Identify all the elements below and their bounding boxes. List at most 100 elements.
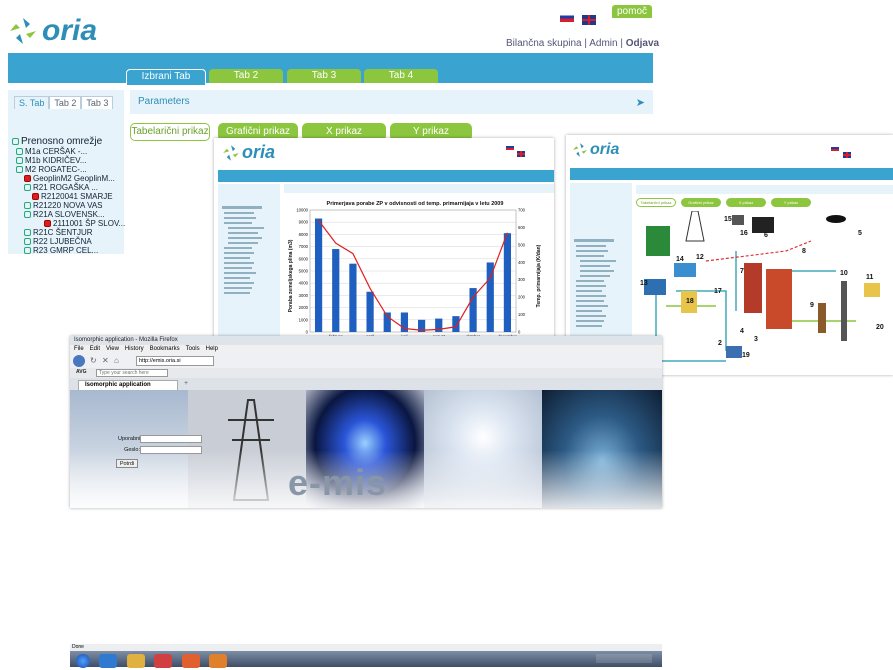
tree-item[interactable]: 2111001 ŠP SLOV... — [12, 219, 125, 228]
ie-taskbar-icon[interactable] — [99, 653, 118, 668]
tab-2[interactable]: Tab 2 — [209, 69, 283, 83]
boiler-icon — [766, 269, 792, 329]
bar-september — [452, 316, 460, 332]
y2-tick-label: 300 — [518, 277, 526, 282]
login-submit-button[interactable]: Potrdi — [116, 459, 138, 468]
help-button[interactable]: pomoč — [612, 5, 653, 18]
tree-root-label: Prenosno omrežje — [21, 136, 103, 147]
side-tab-3[interactable]: Tab 3 — [81, 96, 114, 109]
diagram-number: 4 — [740, 328, 744, 335]
side-tab-2[interactable]: Tab 2 — [49, 96, 82, 109]
tree-item[interactable]: M1a CERŠAK -... — [12, 147, 125, 156]
node-icon — [12, 137, 19, 145]
menu-tools[interactable]: Tools — [186, 346, 200, 352]
slovenian-flag-icon[interactable] — [560, 12, 574, 22]
slovenian-flag-icon[interactable] — [506, 144, 514, 150]
toolbar-search-input[interactable] — [96, 369, 168, 377]
tree-root[interactable]: Prenosno omrežje — [12, 136, 125, 147]
menu-history[interactable]: History — [125, 346, 144, 352]
tree-item[interactable]: R2120041 SMARJE — [12, 192, 125, 201]
y2-tick-label: 400 — [518, 260, 526, 265]
tree-item[interactable]: R21 ROGAŠKA ... — [12, 183, 125, 192]
pin-icon[interactable]: ➤ — [636, 96, 645, 109]
pylon-icon — [685, 211, 705, 242]
home-icon[interactable]: ⌂ — [114, 356, 119, 365]
menu-edit[interactable]: Edit — [90, 346, 100, 352]
username-input[interactable] — [140, 435, 202, 443]
tab-izbrani[interactable]: Izbrani Tab — [126, 69, 206, 85]
brand-name: oria — [42, 14, 98, 47]
graphic-view-button[interactable]: Grafični prikaz — [681, 198, 721, 207]
firefox-menu-bar: File Edit View History Bookmarks Tools Help — [70, 345, 662, 354]
y-view-button[interactable]: Y prikaz — [771, 198, 811, 207]
side-tab-s[interactable]: S. Tab — [14, 96, 50, 109]
parameters-bar — [636, 185, 893, 194]
group-link[interactable]: Bilančna skupina — [506, 38, 582, 49]
y-tick-label: 2000 — [299, 305, 309, 310]
station-icon — [44, 220, 51, 228]
menu-file[interactable]: File — [74, 346, 84, 352]
explorer-taskbar-icon[interactable] — [126, 653, 145, 668]
new-tab-icon[interactable]: + — [184, 380, 188, 387]
y2-axis-label: Temp. primarnijaja (K/dan) — [536, 244, 542, 307]
firefox-taskbar-icon[interactable] — [209, 653, 228, 668]
side-tabs: S. Tab Tab 2 Tab 3 — [14, 96, 124, 109]
node-icon — [24, 247, 31, 255]
node-icon — [16, 166, 23, 174]
ash-silo-icon — [864, 283, 880, 297]
tree-item[interactable]: GeoplinM2 GeoplinM... — [12, 174, 125, 183]
menu-view[interactable]: View — [106, 346, 119, 352]
chart-title: Primerjava porabe ZP v odvisnosti od tem… — [327, 201, 504, 207]
english-flag-icon[interactable] — [517, 151, 525, 157]
condenser-icon — [726, 346, 742, 358]
diagram-number: 11 — [866, 274, 874, 281]
stop-icon[interactable]: ✕ — [102, 356, 109, 365]
y-axis-label: Poraba zemeljskega plina (m3) — [288, 239, 294, 312]
tree-item[interactable]: R22 LJUBEČNA — [12, 237, 125, 246]
media-taskbar-icon[interactable] — [154, 653, 173, 668]
reload-icon[interactable]: ↻ — [90, 356, 97, 365]
menu-bookmarks[interactable]: Bookmarks — [150, 346, 180, 352]
start-button-icon[interactable] — [76, 653, 90, 668]
tree-item[interactable]: M2 ROGATEC-... — [12, 165, 125, 174]
slovenian-flag-icon[interactable] — [831, 145, 839, 151]
y-tick-label: 0 — [306, 330, 309, 335]
chimney-icon — [841, 281, 847, 341]
tabular-view-button[interactable]: Tabelarični prikaz — [130, 123, 210, 141]
office-taskbar-icon[interactable] — [181, 653, 200, 668]
furnace-icon — [744, 263, 762, 313]
tree-item-label: R22 LJUBEČNA — [33, 237, 92, 246]
diagram-number: 9 — [810, 302, 814, 309]
url-bar[interactable]: http://emis.oria.si — [136, 356, 214, 366]
english-flag-icon[interactable] — [582, 15, 596, 25]
password-input[interactable] — [140, 446, 202, 454]
back-icon[interactable] — [73, 355, 85, 367]
tree-item[interactable]: R23 GMRP CEL... — [12, 246, 125, 255]
network-tree: Prenosno omrežje M1a CERŠAK -... M1b KID… — [12, 136, 125, 255]
y2-tick-label: 500 — [518, 242, 526, 247]
bar-januar — [314, 218, 323, 332]
tree-item[interactable]: R21220 NOVA VAS — [12, 201, 125, 210]
top-nav-bar — [218, 170, 554, 182]
tree-item[interactable]: R21A SLOVENSK... — [12, 210, 125, 219]
x-view-button[interactable]: X prikaz — [726, 198, 766, 207]
browser-tab[interactable]: Isomorphic application — [78, 380, 178, 390]
avg-icon[interactable]: AVG — [76, 369, 86, 375]
tab-3[interactable]: Tab 3 — [287, 69, 361, 83]
english-flag-icon[interactable] — [843, 152, 851, 158]
logout-link[interactable]: Odjava — [626, 38, 659, 49]
tabular-view-button[interactable]: Tabelarični prikaz — [636, 198, 676, 207]
bar-april — [366, 291, 374, 332]
diagram-number: 14 — [676, 256, 684, 263]
menu-help[interactable]: Help — [206, 346, 218, 352]
y2-tick-label: 700 — [518, 208, 526, 213]
tree-item[interactable]: M1b KIDRIČEV... — [12, 156, 125, 165]
tab-4[interactable]: Tab 4 — [364, 69, 438, 83]
user-link[interactable]: Admin — [589, 38, 617, 49]
system-tray — [596, 654, 652, 663]
tree-item[interactable]: R21C ŠENTJUR — [12, 228, 125, 237]
node-icon — [16, 157, 23, 165]
node-icon — [24, 229, 31, 237]
diagram-number: 16 — [740, 230, 748, 237]
bar-marec — [349, 263, 357, 332]
